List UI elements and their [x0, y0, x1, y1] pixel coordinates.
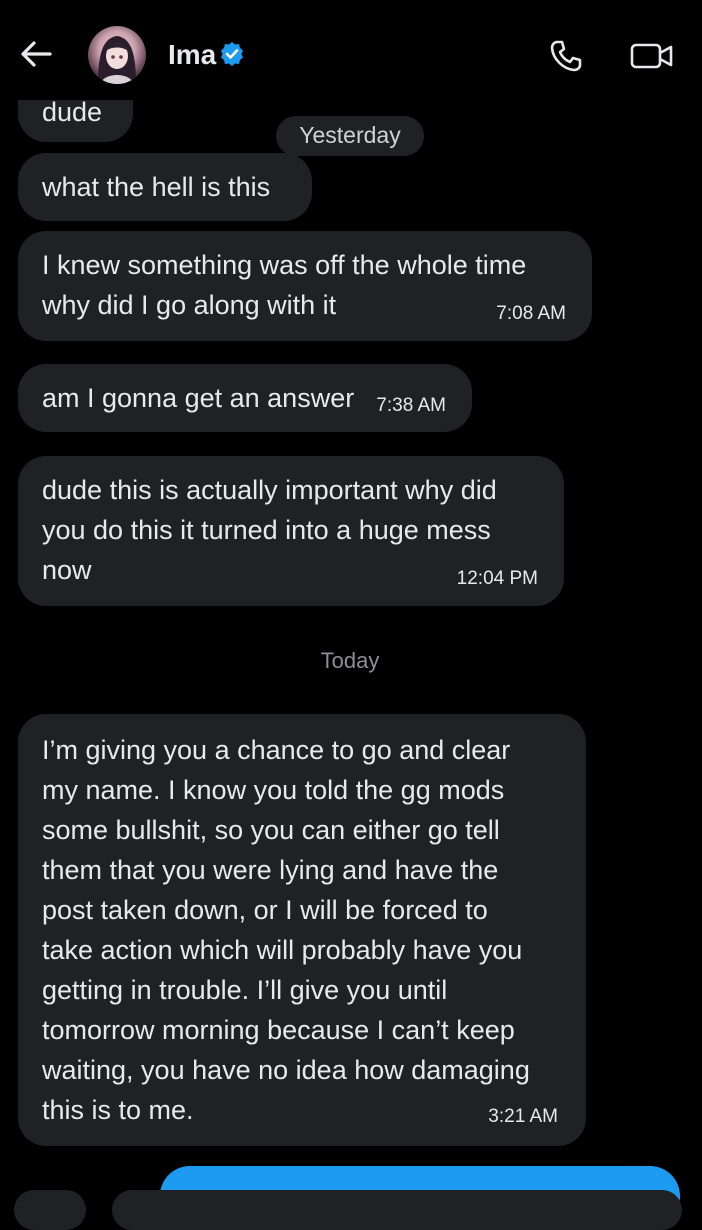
message-timestamp: 12:04 PM	[456, 568, 538, 589]
message-bubble[interactable]: I’m giving you a chance to go and clear …	[18, 714, 586, 1146]
message-text: I’m giving you a chance to go and clear …	[42, 735, 530, 1125]
message-bubble[interactable]: I knew something was off the whole time …	[18, 231, 592, 341]
message-timestamp: 3:21 AM	[488, 1106, 558, 1127]
message-input[interactable]	[112, 1190, 682, 1230]
message-text: what the hell is this	[42, 172, 271, 202]
message-bubble[interactable]: am I gonna get an answer 7:38 AM	[18, 364, 472, 432]
avatar[interactable]	[88, 26, 146, 84]
date-separator: Yesterday	[276, 116, 424, 156]
video-camera-icon[interactable]	[630, 42, 674, 70]
contact-name[interactable]: Ima	[168, 38, 216, 72]
message-bubble[interactable]: dude this is actually important why did …	[18, 456, 564, 606]
arrow-left-icon[interactable]	[18, 38, 54, 70]
conversation-header: Ima	[0, 0, 702, 100]
message-timestamp: 7:38 AM	[376, 395, 446, 416]
verified-badge-icon	[221, 42, 243, 66]
composer-action-button[interactable]	[14, 1190, 86, 1230]
message-bubble[interactable]: what the hell is this	[18, 153, 312, 221]
date-separator: Today	[320, 648, 380, 673]
phone-icon[interactable]	[548, 38, 584, 74]
message-timestamp: 7:08 AM	[496, 303, 566, 324]
